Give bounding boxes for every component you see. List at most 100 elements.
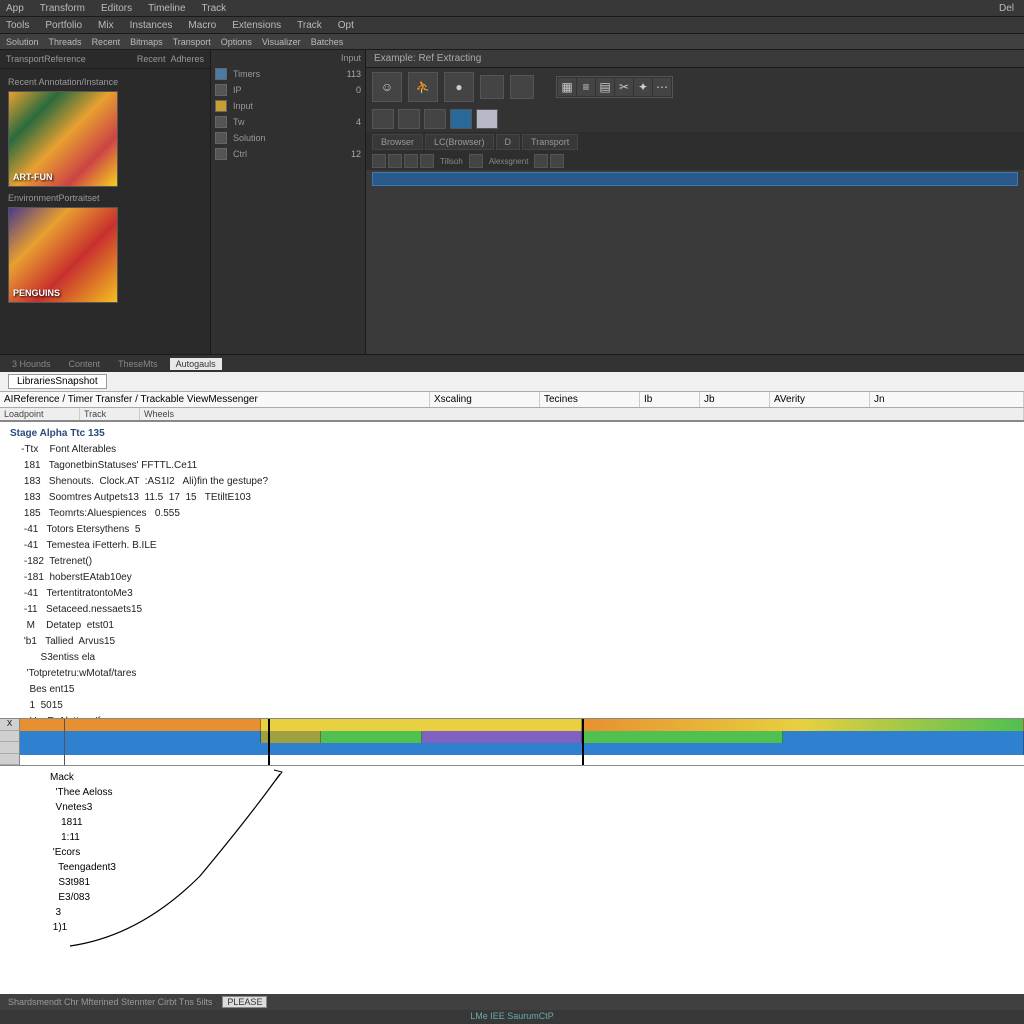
db-content[interactable]: Content bbox=[63, 358, 107, 370]
sq1-icon[interactable] bbox=[372, 109, 394, 129]
timeline-tracks[interactable]: X bbox=[0, 718, 1024, 766]
mt2-icon[interactable] bbox=[388, 154, 402, 168]
wand-icon[interactable]: ✦ bbox=[634, 78, 652, 96]
sidebar-adheres[interactable]: Adheres bbox=[170, 54, 204, 64]
dark-bottom-bar: 3 Hounds Content TheseMts Autogauls bbox=[0, 354, 1024, 372]
mini-toolbar: Tillsoh Alexsgnent bbox=[366, 152, 1024, 170]
box-icon bbox=[215, 148, 227, 160]
figure-icon[interactable]: ⛹ bbox=[408, 72, 438, 102]
box-icon bbox=[215, 100, 227, 112]
sub-tabs: Browser LC(Browser) D Transport bbox=[366, 132, 1024, 152]
col-ib[interactable]: Ib bbox=[640, 392, 700, 407]
menu2-macro[interactable]: Macro bbox=[188, 20, 216, 31]
subtab-d[interactable]: D bbox=[496, 134, 521, 150]
mid-row-tw[interactable]: Tw4 bbox=[211, 114, 365, 130]
mid-row-solution[interactable]: Solution bbox=[211, 130, 365, 146]
sq2-icon[interactable] bbox=[398, 109, 420, 129]
box-icon bbox=[215, 132, 227, 144]
subtab-lcbrowser[interactable]: LC(Browser) bbox=[425, 134, 494, 150]
cut-icon[interactable]: ✂ bbox=[615, 78, 633, 96]
menu3-bitmaps[interactable]: Bitmaps bbox=[130, 37, 163, 47]
curve-tree[interactable]: Mack 'Thee Aeloss Vnetes3 1811 1:11 'Eco… bbox=[0, 766, 1024, 994]
menu-editors[interactable]: Editors bbox=[101, 3, 132, 14]
menu3-visualizer[interactable]: Visualizer bbox=[262, 37, 301, 47]
thumbnail-2[interactable]: PENGUINS bbox=[8, 207, 118, 303]
mid-row-input[interactable]: Input bbox=[211, 98, 365, 114]
menu3-recent[interactable]: Recent bbox=[92, 37, 121, 47]
mt7-icon[interactable] bbox=[550, 154, 564, 168]
menu-del[interactable]: Del bbox=[999, 3, 1014, 14]
track-row-4[interactable] bbox=[20, 755, 1024, 765]
db-thesemts[interactable]: TheseMts bbox=[112, 358, 164, 370]
menu2-mix[interactable]: Mix bbox=[98, 20, 114, 31]
mt6-icon[interactable] bbox=[534, 154, 548, 168]
menu2-tools[interactable]: Tools bbox=[6, 20, 29, 31]
menu2-portfolio[interactable]: Portfolio bbox=[45, 20, 82, 31]
menu-bar-1: App Transform Editors Timeline Track Del bbox=[0, 0, 1024, 17]
grid-icon[interactable]: ▦ bbox=[558, 78, 576, 96]
code-tree[interactable]: Stage Alpha Ttc 135 -Ttx Font Alterables… bbox=[0, 422, 1024, 718]
track-area[interactable] bbox=[366, 170, 1024, 354]
col-jb[interactable]: Jb bbox=[700, 392, 770, 407]
menu-track[interactable]: Track bbox=[202, 3, 227, 14]
mid-header: Input bbox=[341, 53, 361, 63]
tool-a-icon[interactable] bbox=[480, 75, 504, 99]
playhead-1[interactable] bbox=[268, 719, 270, 765]
subtab-browser[interactable]: Browser bbox=[372, 134, 423, 150]
menu2-track[interactable]: Track bbox=[297, 20, 322, 31]
curve-tree-line: 1811 bbox=[50, 815, 1024, 830]
col-averity[interactable]: AVerity bbox=[770, 392, 870, 407]
sidebar-recent[interactable]: Recent bbox=[137, 54, 166, 64]
menu-timeline[interactable]: Timeline bbox=[148, 3, 185, 14]
sq-light-icon[interactable] bbox=[476, 109, 498, 129]
sq3-icon[interactable] bbox=[424, 109, 446, 129]
track-row-3[interactable] bbox=[20, 743, 1024, 755]
curve-tree-line: Vnetes3 bbox=[50, 800, 1024, 815]
mid-row-ip[interactable]: IP0 bbox=[211, 82, 365, 98]
more-icon[interactable]: ⋯ bbox=[653, 78, 671, 96]
sq-accent-icon[interactable] bbox=[450, 109, 472, 129]
status-button[interactable]: PLEASE bbox=[222, 996, 267, 1008]
menu-app[interactable]: App bbox=[6, 3, 24, 14]
mt3-icon[interactable] bbox=[404, 154, 418, 168]
box-icon bbox=[215, 84, 227, 96]
mt5-icon[interactable] bbox=[469, 154, 483, 168]
menu3-threads[interactable]: Threads bbox=[49, 37, 82, 47]
db-autogauls[interactable]: Autogauls bbox=[170, 358, 222, 370]
list-icon[interactable]: ≡ bbox=[577, 78, 595, 96]
mt4-icon[interactable] bbox=[420, 154, 434, 168]
mt1-icon[interactable] bbox=[372, 154, 386, 168]
col-reference[interactable]: AIReference / Timer Transfer / Trackable… bbox=[0, 392, 430, 407]
secondary-toolbar bbox=[366, 106, 1024, 132]
circle-icon[interactable]: ● bbox=[444, 72, 474, 102]
menu3-solution[interactable]: Solution bbox=[6, 37, 39, 47]
thumbnail-1[interactable]: ART-FUN bbox=[8, 91, 118, 187]
mid-row-timers[interactable]: Timers113 bbox=[211, 66, 365, 82]
menu2-instances[interactable]: Instances bbox=[130, 20, 173, 31]
menu2-opt[interactable]: Opt bbox=[338, 20, 354, 31]
track-row-2[interactable] bbox=[20, 731, 1024, 743]
col-xscaling[interactable]: Xscaling bbox=[430, 392, 540, 407]
menu3-batches[interactable]: Batches bbox=[311, 37, 344, 47]
subtab-transport[interactable]: Transport bbox=[522, 134, 578, 150]
mid-row-ctrl[interactable]: Ctrl12 bbox=[211, 146, 365, 162]
menu3-options[interactable]: Options bbox=[221, 37, 252, 47]
db-hounds[interactable]: 3 Hounds bbox=[6, 358, 57, 370]
col-jn[interactable]: Jn bbox=[870, 392, 1024, 407]
box-icon bbox=[215, 116, 227, 128]
lower-main-tab[interactable]: LibrariesSnapshot bbox=[8, 374, 107, 389]
menu2-extensions[interactable]: Extensions bbox=[232, 20, 281, 31]
person-icon[interactable]: ☺ bbox=[372, 72, 402, 102]
track-row-1[interactable] bbox=[20, 719, 1024, 731]
curve-tree-line: Mack bbox=[50, 770, 1024, 785]
menu-transform[interactable]: Transform bbox=[40, 3, 85, 14]
selected-track[interactable] bbox=[372, 172, 1018, 186]
col-tecines[interactable]: Tecines bbox=[540, 392, 640, 407]
layers-icon[interactable]: ▤ bbox=[596, 78, 614, 96]
editor-tab[interactable]: Example: Ref Extracting bbox=[366, 50, 1024, 68]
marker-start[interactable] bbox=[64, 719, 65, 765]
curve-tree-line: S3t981 bbox=[50, 875, 1024, 890]
menu3-transport[interactable]: Transport bbox=[173, 37, 211, 47]
tool-b-icon[interactable] bbox=[510, 75, 534, 99]
playhead-2[interactable] bbox=[582, 719, 584, 765]
